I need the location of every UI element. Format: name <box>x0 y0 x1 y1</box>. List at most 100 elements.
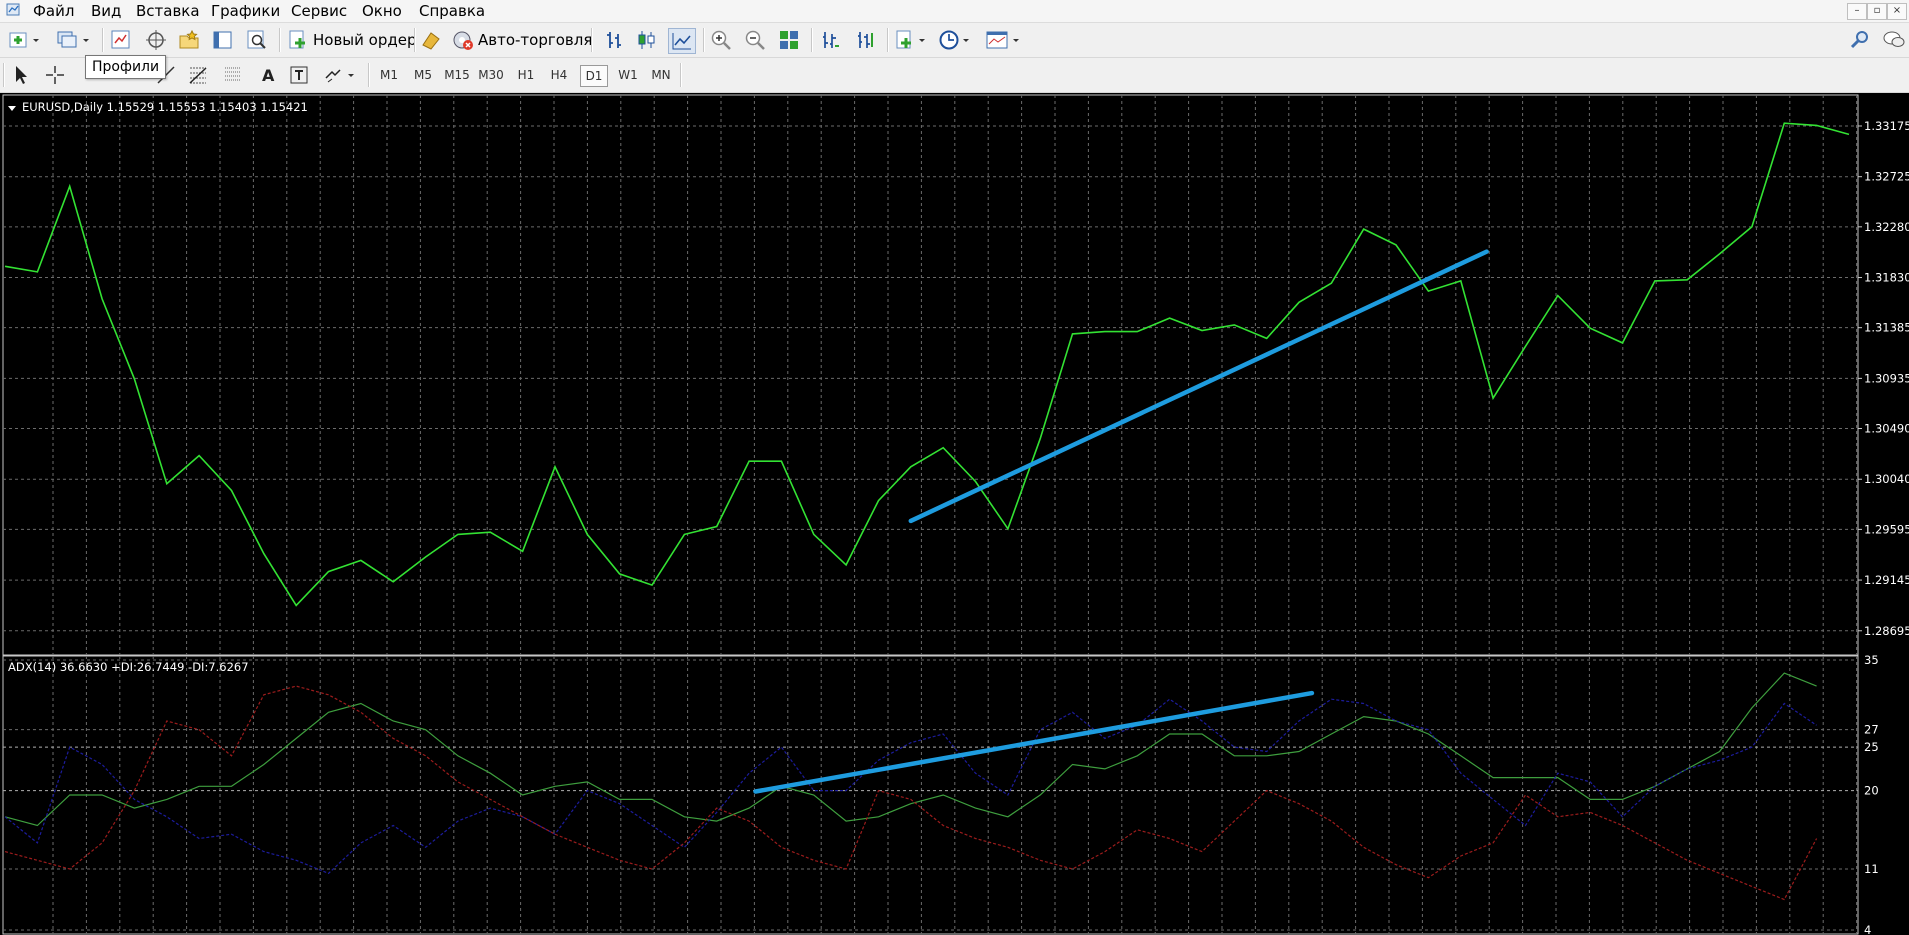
price-axis: 1.33175 1.32725 1.32280 1.31830 1.31385 1.309… <box>1858 119 1909 638</box>
fibonacci-tool[interactable] <box>187 63 209 87</box>
crosshair-icon <box>46 66 64 84</box>
indicators-button[interactable] <box>894 28 928 52</box>
price-trendline <box>908 249 1489 524</box>
metaeditor-icon <box>422 32 440 50</box>
timeframe-h4[interactable]: H4 <box>546 65 572 85</box>
adx-plus-di-line <box>4 698 1817 875</box>
chart-canvas[interactable]: 1.33175 1.32725 1.32280 1.31830 1.31385 1.309… <box>0 93 1909 935</box>
cursor-arrow-icon <box>16 66 27 84</box>
timeframe-d1[interactable]: D1 <box>580 65 608 87</box>
menu-file[interactable]: Файл <box>33 1 74 21</box>
adx-panel-border <box>2 655 1859 935</box>
text-a-icon: A <box>262 66 275 85</box>
price-tick-label: 1.28695 <box>1864 624 1909 638</box>
crosshair-target-icon <box>146 30 166 50</box>
timeframe-mn[interactable]: MN <box>648 65 674 85</box>
new-order-button[interactable]: Новый ордер <box>287 28 416 52</box>
market-watch-button[interactable] <box>110 28 132 52</box>
chart-menu-triangle-icon[interactable] <box>8 106 16 111</box>
profiles-button[interactable] <box>56 28 92 52</box>
timeframe-w1[interactable]: W1 <box>615 65 641 85</box>
terminal-button[interactable] <box>212 28 234 52</box>
templates-icon <box>986 31 1019 49</box>
autotrading-icon <box>453 31 473 50</box>
minimize-button[interactable]: – <box>1847 3 1867 20</box>
arrows-icon <box>325 69 354 83</box>
app-icon <box>6 3 20 16</box>
timeframe-m1[interactable]: M1 <box>376 65 402 85</box>
data-window-button[interactable] <box>145 28 167 52</box>
price-tick-label: 1.31385 <box>1864 321 1909 335</box>
cursor-tool[interactable] <box>10 63 32 87</box>
clock-icon <box>939 30 969 50</box>
chat-icon <box>1883 31 1905 47</box>
menu-view[interactable]: Вид <box>91 1 121 21</box>
chart-shift-icon <box>823 32 839 48</box>
text-tool[interactable]: A <box>258 63 280 87</box>
text-label-tool[interactable] <box>288 63 310 87</box>
adx-tick-label: 20 <box>1864 784 1879 798</box>
restore-button[interactable]: ▫ <box>1867 3 1887 20</box>
chart-shift-button[interactable] <box>820 28 842 52</box>
price-line <box>4 122 1850 607</box>
zoom-out-button[interactable] <box>744 28 766 52</box>
menu-charts[interactable]: Графики <box>211 1 280 21</box>
menu-tools[interactable]: Сервис <box>291 1 347 21</box>
adx-series-group <box>4 672 1818 901</box>
new-order-label: Новый ордер <box>313 31 417 49</box>
crosshair-tool[interactable] <box>44 63 66 87</box>
adx-tick-label: 35 <box>1864 653 1879 667</box>
price-tick-label: 1.29595 <box>1864 522 1909 536</box>
chart-window: 1.33175 1.32725 1.32280 1.31830 1.31385 1.309… <box>0 93 1909 935</box>
profiles-tooltip: Профили <box>85 55 167 79</box>
bar-chart-button[interactable] <box>604 28 626 52</box>
new-chart-icon <box>9 32 39 48</box>
menu-insert[interactable]: Вставка <box>136 1 200 21</box>
line-chart-button[interactable] <box>668 28 696 54</box>
drawing-toolbar: A M1 M5 M15 M30 H1 H4 D1 W1 MN <box>0 58 1909 93</box>
autoscroll-button[interactable] <box>855 28 877 52</box>
metaeditor-button[interactable] <box>420 28 442 52</box>
search-button[interactable] <box>1850 28 1872 52</box>
adx-axis: 35 27 25 20 11 4 <box>1864 653 1879 935</box>
indicators-icon <box>896 30 925 49</box>
star-folder-icon <box>179 29 199 49</box>
arrows-tool[interactable] <box>323 63 357 87</box>
adx-tick-label: 25 <box>1864 740 1879 754</box>
price-series-group <box>4 122 1850 607</box>
zoom-in-button[interactable] <box>710 28 732 52</box>
zoom-in-icon <box>711 30 731 50</box>
close-button[interactable]: × <box>1887 3 1907 20</box>
menu-window[interactable]: Окно <box>362 1 402 21</box>
strategy-tester-button[interactable] <box>246 28 268 52</box>
candlestick-button[interactable] <box>636 28 658 52</box>
timeframe-m5[interactable]: M5 <box>410 65 436 85</box>
fibo-fan-tool[interactable] <box>222 63 244 87</box>
price-tick-label: 1.32280 <box>1864 220 1909 234</box>
templates-button[interactable] <box>985 28 1021 52</box>
main-grid <box>3 95 1858 655</box>
candlestick-icon <box>638 31 655 49</box>
timeframe-h1[interactable]: H1 <box>513 65 539 85</box>
adx-tick-label: 4 <box>1864 923 1871 935</box>
menu-bar: Файл Вид Вставка Графики Сервис Окно Спр… <box>0 0 1909 23</box>
chat-button[interactable] <box>1882 28 1906 52</box>
fibonacci-icon <box>189 67 207 84</box>
adx-main-line <box>4 672 1817 827</box>
adx-minus-di-line <box>4 685 1818 901</box>
adx-header: ADX(14) 36.6630 +DI:26.7449 -DI:7.6267 <box>8 660 249 674</box>
price-tick-label: 1.30490 <box>1864 422 1909 436</box>
tile-windows-button[interactable] <box>778 28 800 52</box>
bar-chart-icon <box>607 32 621 48</box>
standard-toolbar: Новый ордер Авто-торговля <box>0 23 1909 58</box>
search-icon <box>1850 31 1868 49</box>
menu-help[interactable]: Справка <box>419 1 485 21</box>
price-tick-label: 1.32725 <box>1864 170 1909 184</box>
periodicity-button[interactable] <box>938 28 972 52</box>
timeframe-m15[interactable]: M15 <box>444 65 470 85</box>
timeframe-m30[interactable]: M30 <box>478 65 504 85</box>
new-chart-button[interactable] <box>8 28 42 52</box>
terminal-icon <box>213 31 232 49</box>
autotrading-button[interactable]: Авто-торговля <box>452 28 592 52</box>
navigator-button[interactable] <box>178 28 200 52</box>
